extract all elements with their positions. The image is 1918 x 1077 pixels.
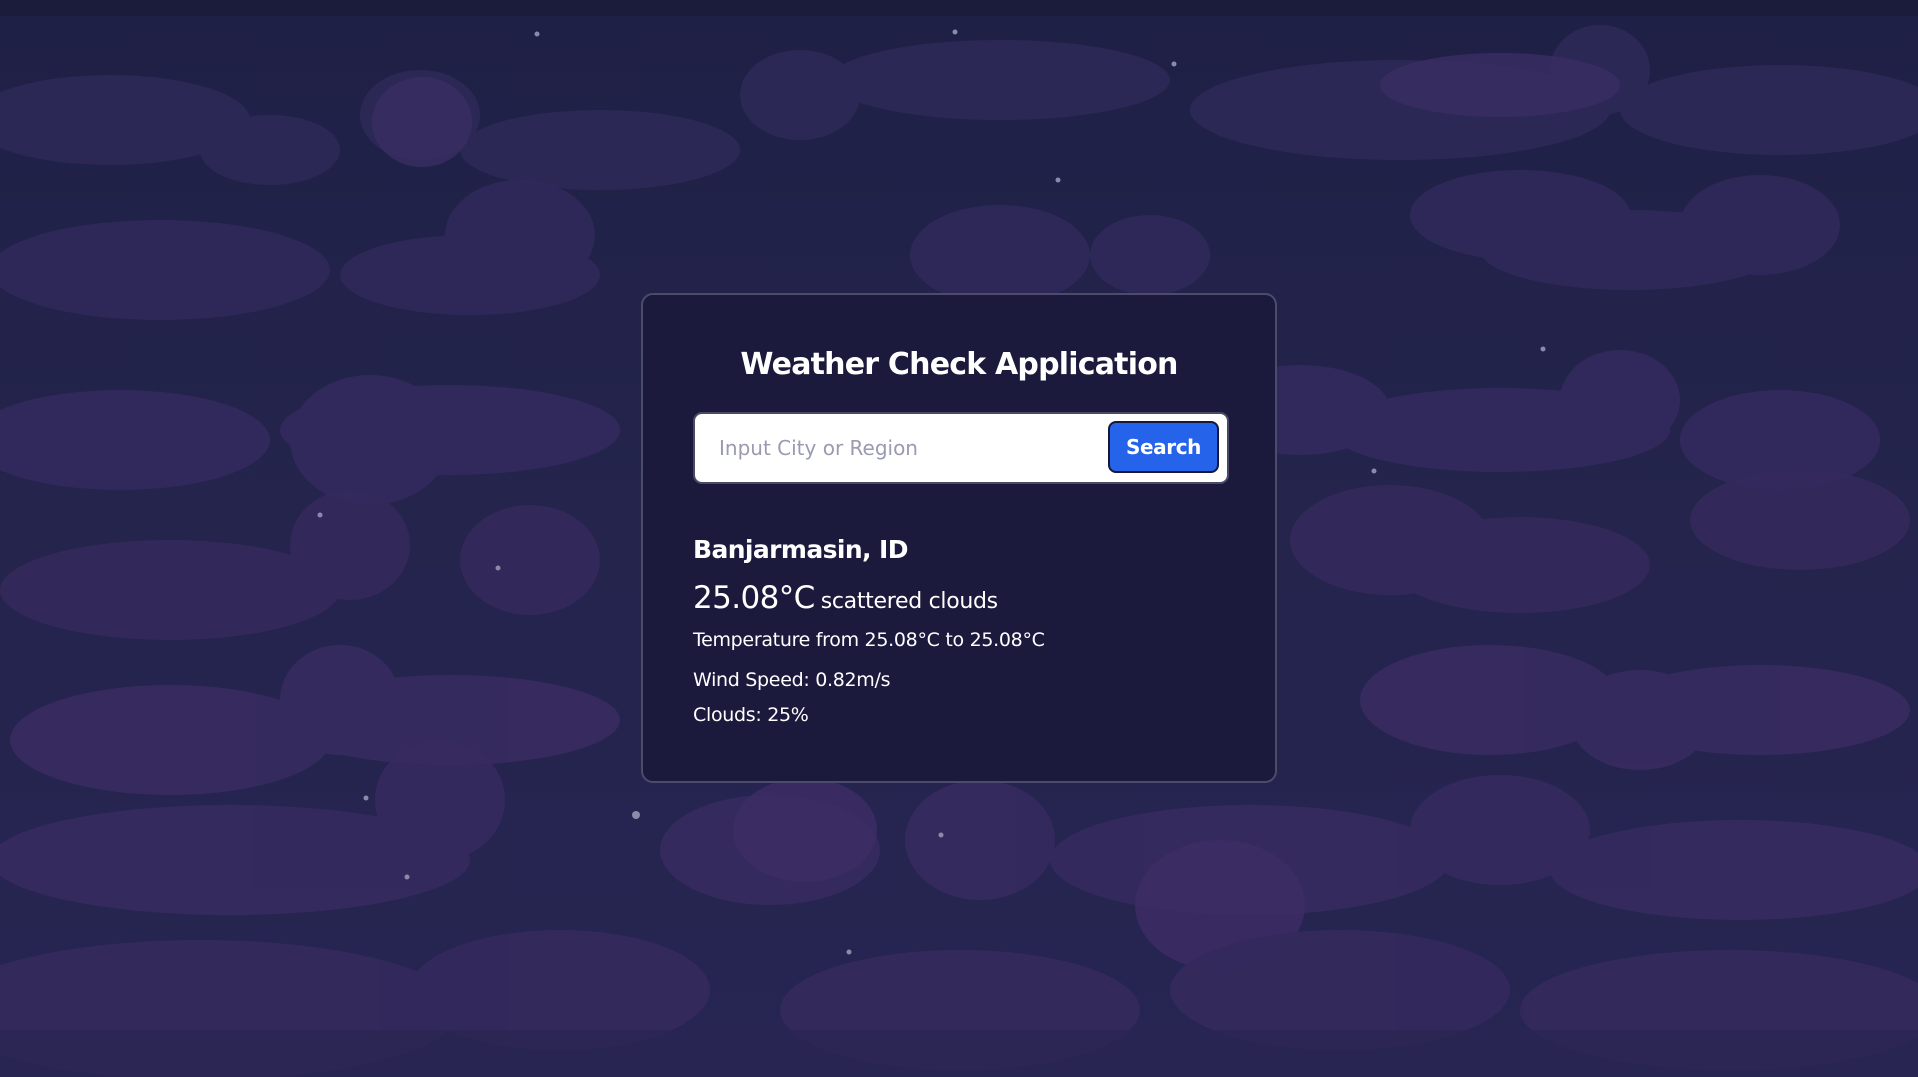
current-conditions: 25.08°C scattered clouds	[693, 580, 998, 616]
cloud-coverage: Clouds: 25%	[693, 704, 809, 726]
search-bar: Search	[693, 412, 1229, 484]
temperature-range: Temperature from 25.08°C to 25.08°C	[693, 629, 1045, 651]
location-name: Banjarmasin, ID	[693, 535, 909, 564]
weather-card: Weather Check Application Search Banjarm…	[641, 293, 1277, 783]
city-search-input[interactable]	[719, 428, 1099, 468]
wind-speed: Wind Speed: 0.82m/s	[693, 669, 891, 691]
top-strip	[0, 0, 1918, 16]
search-button[interactable]: Search	[1108, 421, 1219, 473]
page-title: Weather Check Application	[740, 347, 1178, 382]
temperature-value: 25.08°C	[693, 580, 815, 616]
weather-description: scattered clouds	[820, 589, 998, 614]
